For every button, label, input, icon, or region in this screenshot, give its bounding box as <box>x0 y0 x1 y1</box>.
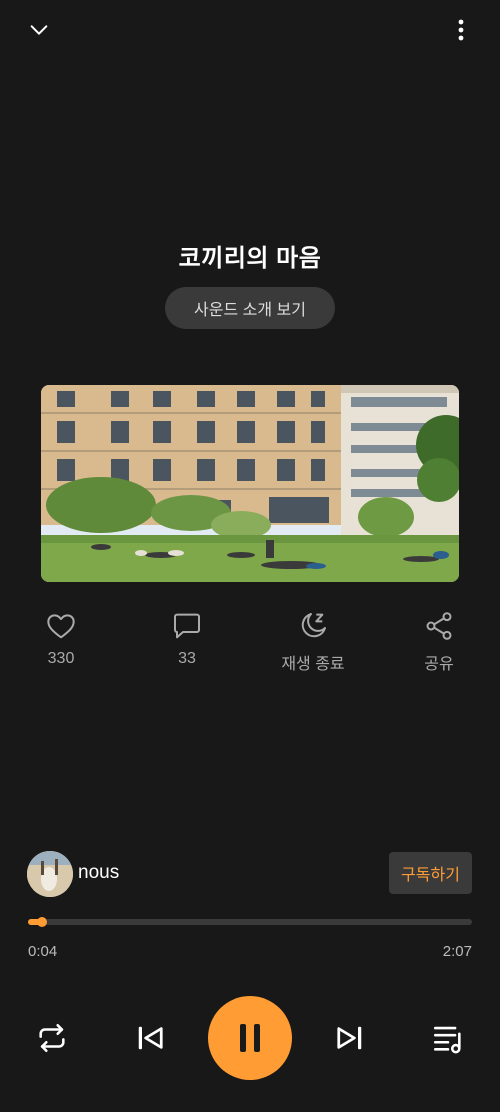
progress-knob[interactable] <box>37 917 47 927</box>
like-button[interactable]: 330 <box>11 610 111 668</box>
like-count: 330 <box>47 650 75 667</box>
comment-icon <box>174 613 200 639</box>
more-vert-icon <box>458 19 464 41</box>
comment-button[interactable]: 33 <box>137 610 237 668</box>
sound-intro-button[interactable]: 사운드 소개 보기 <box>165 287 335 329</box>
share-icon <box>426 612 452 640</box>
chevron-down-icon <box>30 25 48 35</box>
next-button[interactable] <box>326 1014 374 1062</box>
collapse-button[interactable] <box>19 10 59 50</box>
channel-name[interactable]: nous <box>78 862 119 884</box>
more-options-button[interactable] <box>441 10 481 50</box>
previous-button[interactable] <box>126 1014 174 1062</box>
share-label: 공유 <box>424 656 454 673</box>
sleep-timer-label: 재생 종료 <box>281 656 345 673</box>
total-time: 2:07 <box>442 943 472 960</box>
pause-icon <box>240 1024 260 1052</box>
heart-icon <box>47 614 75 639</box>
subscribe-button[interactable]: 구독하기 <box>389 852 472 894</box>
repeat-icon <box>39 1023 65 1053</box>
progress-bar[interactable] <box>28 917 472 927</box>
repeat-button[interactable] <box>28 1014 76 1062</box>
current-time: 0:04 <box>28 943 58 960</box>
playlist-icon <box>433 1026 461 1054</box>
cover-image <box>41 385 459 582</box>
playlist-button[interactable] <box>424 1014 472 1062</box>
sleep-timer-icon <box>301 613 326 638</box>
sleep-timer-button[interactable]: 재생 종료 <box>263 610 363 674</box>
next-icon <box>337 1026 362 1050</box>
share-button[interactable]: 공유 <box>389 610 489 674</box>
previous-icon <box>138 1026 163 1050</box>
track-title: 코끼리의 마음 <box>178 245 322 272</box>
pause-button[interactable] <box>208 996 292 1080</box>
comment-count: 33 <box>178 650 196 667</box>
channel-avatar[interactable] <box>27 851 73 897</box>
